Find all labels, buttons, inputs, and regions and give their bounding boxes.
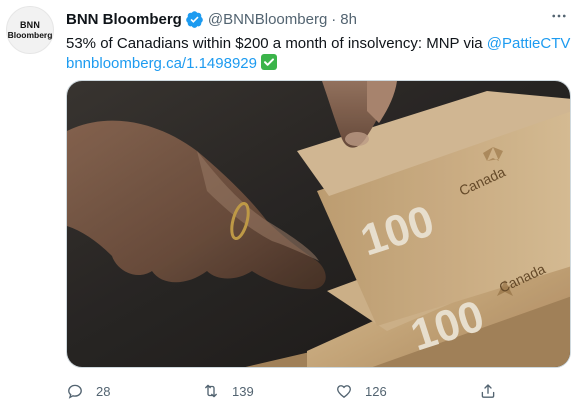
reply-button[interactable]: 28	[58, 382, 173, 400]
retweet-icon	[205, 384, 217, 398]
avatar[interactable]: BNN Bloomberg	[6, 6, 54, 54]
check-mark-emoji-icon	[261, 54, 277, 70]
reply-icon	[68, 384, 82, 399]
verified-badge-icon	[186, 10, 203, 28]
more-options-button[interactable]	[545, 4, 573, 28]
avatar-text-bnn: BNN	[19, 20, 41, 30]
share-button[interactable]	[445, 382, 497, 400]
tweet-photo[interactable]: 100 Canada 100 Canada	[66, 80, 571, 368]
like-button[interactable]: 126	[306, 382, 445, 400]
retweet-button[interactable]: 139	[173, 382, 306, 400]
banknotes-hands-photo: 100 Canada 100 Canada	[67, 81, 570, 367]
article-link[interactable]: bnnbloomberg.ca/1.1498929	[66, 55, 257, 72]
tweet-actions: 28 139 126	[58, 376, 538, 406]
heart-icon	[337, 385, 351, 398]
account-handle[interactable]: @BNNBloomberg	[208, 11, 327, 28]
more-dots-icon	[552, 14, 566, 18]
tweet-timestamp[interactable]: 8h	[340, 11, 357, 28]
avatar-text-bloomberg: Bloomberg	[7, 30, 53, 40]
like-count: 126	[365, 383, 387, 399]
tweet-header: BNN Bloomberg @BNNBloomberg · 8h	[66, 8, 573, 30]
share-icon	[481, 384, 495, 398]
mention-link[interactable]: @PattieCTV	[487, 35, 571, 52]
account-name[interactable]: BNN Bloomberg	[66, 11, 182, 28]
separator-dot: ·	[331, 10, 337, 28]
retweet-count: 139	[232, 383, 254, 399]
tweet-body: 53% of Canadians within $200 a month of …	[66, 35, 487, 52]
tweet-text: 53% of Canadians within $200 a month of …	[66, 34, 571, 74]
reply-count: 28	[96, 383, 111, 399]
